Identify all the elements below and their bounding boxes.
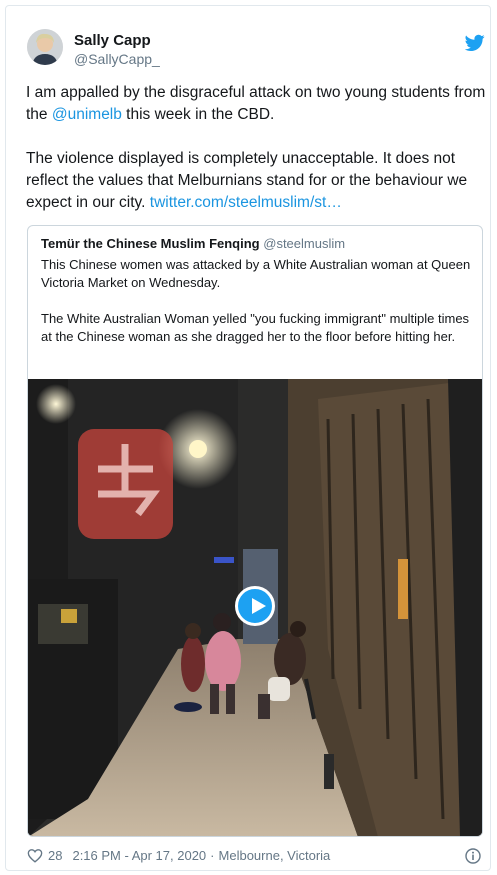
- heart-icon[interactable]: [27, 848, 43, 863]
- tweet-paragraph-1: I am appalled by the disgraceful attack …: [26, 84, 486, 123]
- quoted-paragraph-1: This Chinese women was attacked by a Whi…: [41, 257, 471, 290]
- quoted-tweet[interactable]: Temür the Chinese Muslim Fenqing @steelm…: [27, 225, 483, 837]
- tweet-card: Sally Capp @SallyCapp_ I am appalled by …: [5, 5, 491, 871]
- quoted-paragraph-2: The White Australian Woman yelled "you f…: [41, 311, 470, 344]
- video-thumbnail[interactable]: [28, 379, 482, 836]
- author-name[interactable]: Sally Capp: [74, 32, 151, 49]
- twitter-bird-icon[interactable]: [465, 34, 485, 52]
- info-icon[interactable]: [465, 848, 481, 864]
- footer-separator: ·: [210, 848, 215, 863]
- timestamp[interactable]: 2:16 PM - Apr 17, 2020: [72, 848, 206, 863]
- location[interactable]: Melbourne, Victoria: [219, 848, 331, 863]
- quoted-tweet-link[interactable]: twitter.com/steelmuslim/st…: [150, 194, 342, 211]
- avatar[interactable]: [27, 29, 63, 65]
- tweet-paragraph-2: The violence displayed is completely una…: [26, 150, 468, 211]
- quoted-tweet-text: This Chinese women was attacked by a Whi…: [41, 256, 471, 346]
- play-button[interactable]: [235, 586, 275, 626]
- mention-link[interactable]: @unimelb: [52, 106, 122, 123]
- like-count[interactable]: 28: [48, 848, 62, 863]
- tweet-text: I am appalled by the disgraceful attack …: [26, 82, 486, 214]
- quoted-author-handle: @steelmuslim: [263, 236, 346, 251]
- quoted-author-name: Temür the Chinese Muslim Fenqing: [41, 236, 260, 251]
- author-handle[interactable]: @SallyCapp_: [74, 51, 160, 67]
- tweet-footer: 28 2:16 PM - Apr 17, 2020 · Melbourne, V…: [27, 848, 330, 863]
- quoted-tweet-header: Temür the Chinese Muslim Fenqing @steelm…: [41, 236, 345, 251]
